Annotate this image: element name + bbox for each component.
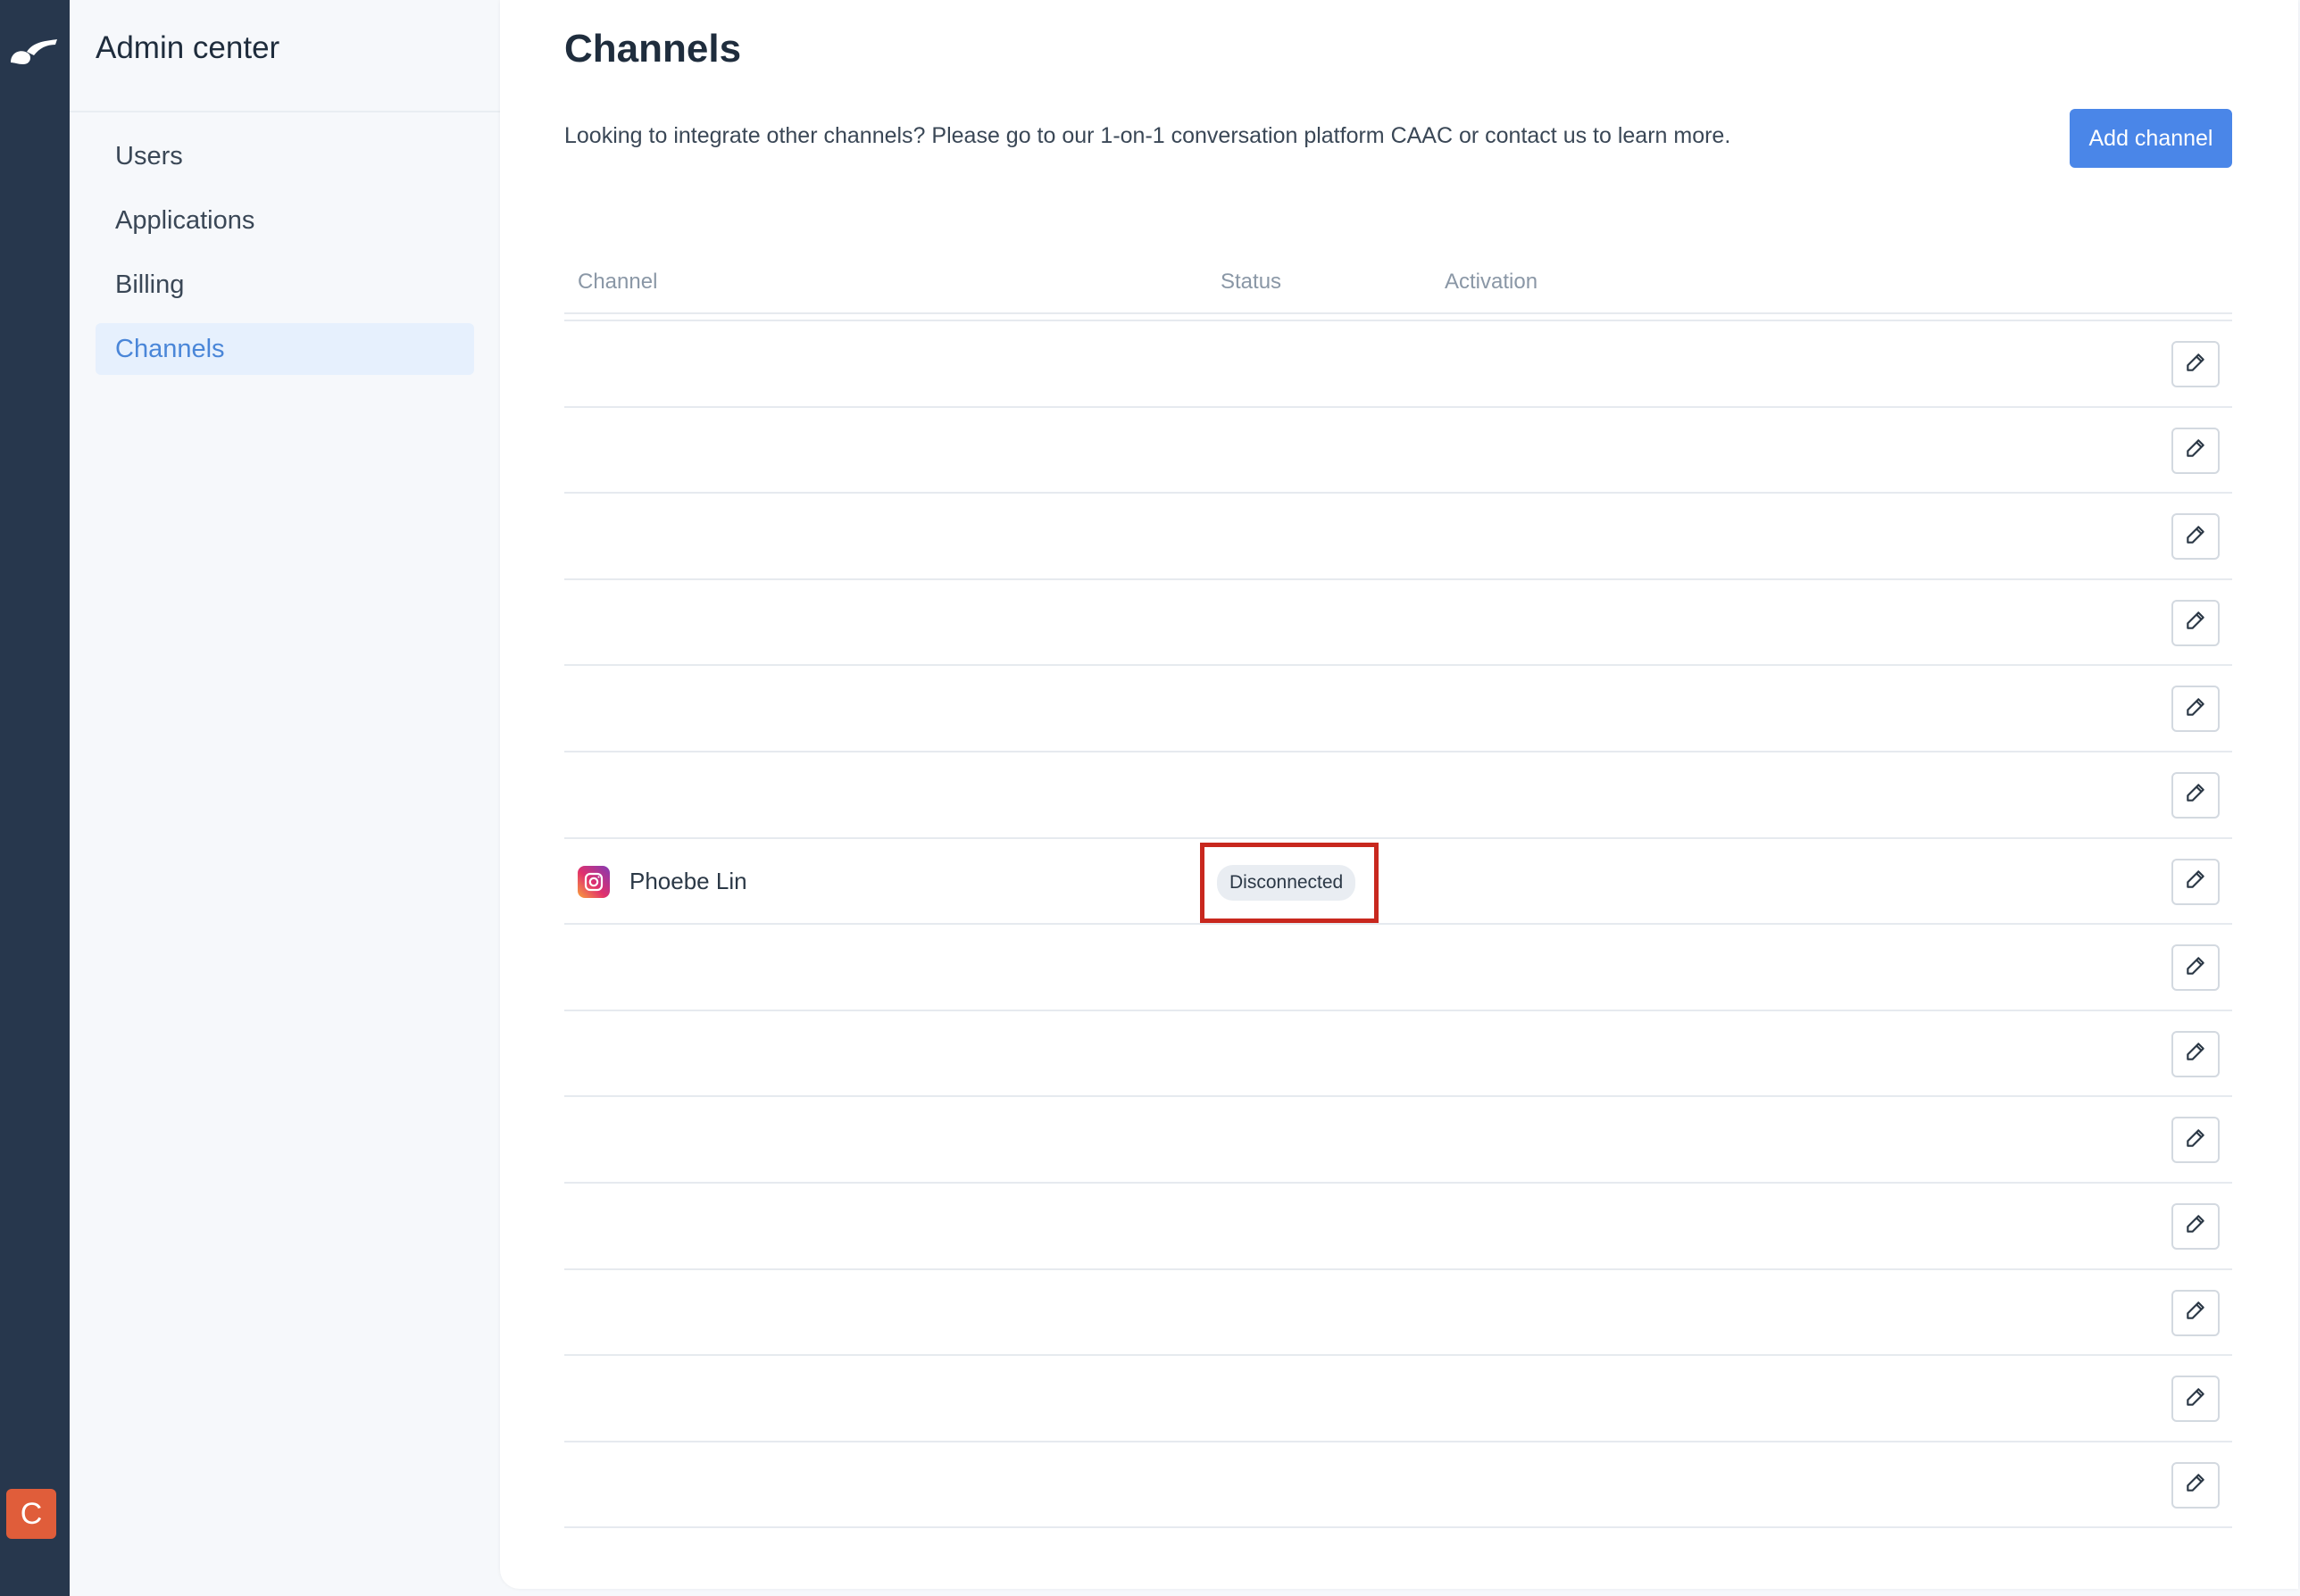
table-row	[564, 1097, 2232, 1184]
channel-cell: Phoebe Lin	[578, 865, 747, 898]
edit-button[interactable]	[2171, 686, 2220, 733]
sidebar-item-billing[interactable]: Billing	[96, 259, 474, 311]
pencil-icon	[2184, 868, 2207, 895]
edit-button[interactable]	[2171, 1461, 2220, 1509]
app-logo-icon[interactable]	[7, 32, 61, 68]
edit-button[interactable]	[2171, 599, 2220, 646]
sidebar-title: Admin center	[96, 30, 280, 65]
pencil-icon	[2184, 954, 2207, 982]
admin-sidebar: Admin center Users Applications Billing …	[70, 0, 500, 1596]
sidebar-nav: Users Applications Billing Channels	[70, 112, 500, 375]
sidebar-item-channels[interactable]: Channels	[96, 323, 474, 375]
edit-button[interactable]	[2171, 1030, 2220, 1077]
user-avatar[interactable]: C	[6, 1489, 56, 1539]
table-row	[564, 1184, 2232, 1270]
column-header-channel: Channel	[578, 270, 658, 294]
pencil-icon	[2184, 1040, 2207, 1068]
pencil-icon	[2184, 1212, 2207, 1240]
table-row	[564, 321, 2232, 408]
edit-button[interactable]	[2171, 858, 2220, 905]
instagram-icon	[578, 865, 610, 898]
column-header-status: Status	[1221, 270, 1282, 294]
table-row	[564, 1011, 2232, 1098]
add-channel-button[interactable]: Add channel	[2070, 109, 2232, 168]
table-row	[564, 494, 2232, 580]
sidebar-item-users[interactable]: Users	[96, 130, 474, 182]
table-body: Phoebe Lin Disconnected	[564, 320, 2232, 1529]
pencil-icon	[2184, 695, 2207, 723]
pencil-icon	[2184, 1385, 2207, 1413]
edit-button[interactable]	[2171, 1117, 2220, 1164]
edit-button[interactable]	[2171, 771, 2220, 819]
table-row: Phoebe Lin Disconnected	[564, 839, 2232, 926]
pencil-icon	[2184, 523, 2207, 551]
edit-button[interactable]	[2171, 427, 2220, 474]
edit-button[interactable]	[2171, 1376, 2220, 1423]
edit-button[interactable]	[2171, 944, 2220, 992]
app-rail: C	[0, 0, 70, 1596]
status-cell-highlight: Disconnected	[1200, 842, 1379, 923]
pencil-icon	[2184, 1126, 2207, 1154]
table-row	[564, 1270, 2232, 1357]
sidebar-header: Admin center	[70, 0, 500, 112]
table-row	[564, 1356, 2232, 1442]
channel-name: Phoebe Lin	[629, 868, 747, 895]
column-header-activation: Activation	[1445, 270, 1538, 294]
edit-button[interactable]	[2171, 513, 2220, 561]
pencil-icon	[2184, 436, 2207, 464]
edit-button[interactable]	[2171, 1202, 2220, 1250]
table-row	[564, 666, 2232, 752]
pencil-icon	[2184, 1299, 2207, 1326]
table-row	[564, 408, 2232, 495]
status-badge: Disconnected	[1217, 864, 1356, 901]
table-header: Channel Status Activation	[564, 259, 2232, 314]
pencil-icon	[2184, 781, 2207, 809]
sidebar-item-applications[interactable]: Applications	[96, 195, 474, 246]
edit-button[interactable]	[2171, 1289, 2220, 1336]
table-row	[564, 925, 2232, 1011]
channels-table: Channel Status Activation Phoebe Lin Disc…	[564, 259, 2232, 1529]
page-title: Channels	[564, 27, 742, 71]
pencil-icon	[2184, 1471, 2207, 1499]
table-row	[564, 1442, 2232, 1529]
pencil-icon	[2184, 609, 2207, 636]
edit-button[interactable]	[2171, 341, 2220, 387]
main-panel: Channels Looking to integrate other chan…	[500, 0, 2298, 1589]
intro-text: Looking to integrate other channels? Ple…	[564, 123, 1731, 148]
table-row	[564, 580, 2232, 667]
table-row	[564, 752, 2232, 839]
pencil-icon	[2184, 351, 2207, 378]
